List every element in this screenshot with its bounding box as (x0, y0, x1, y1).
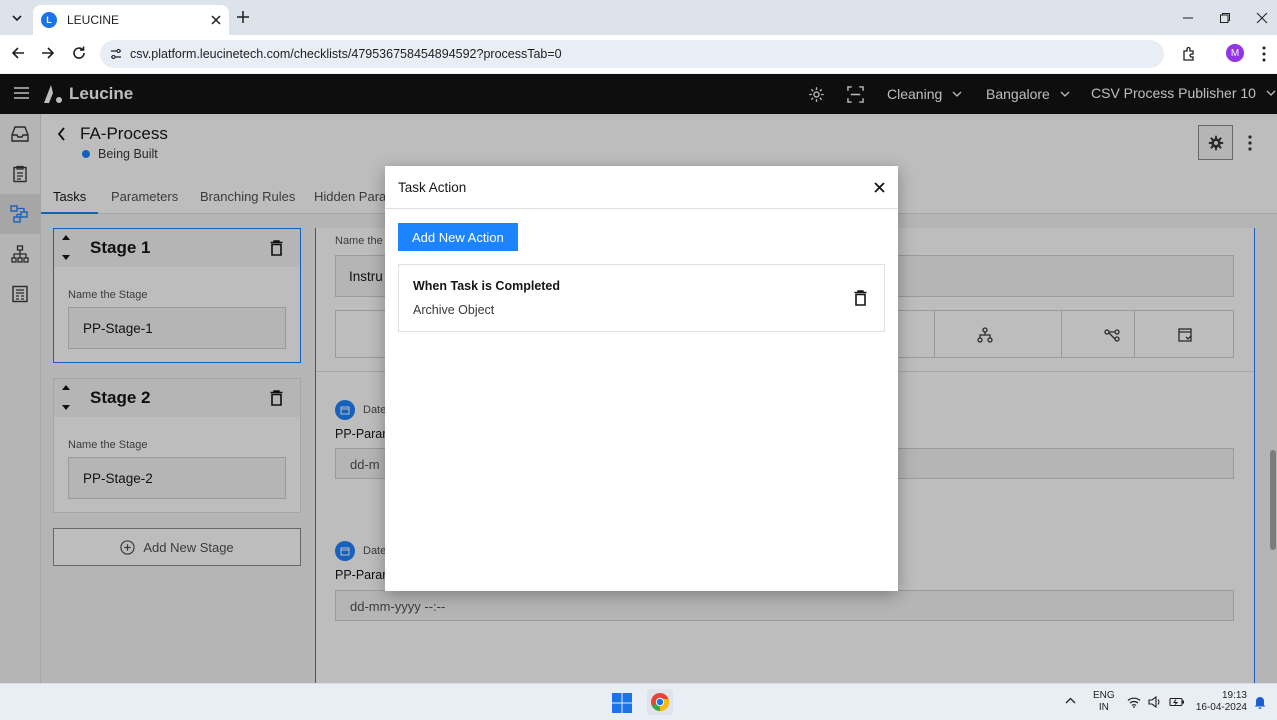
delete-action-button[interactable] (854, 290, 867, 306)
minimize-icon (1183, 17, 1193, 19)
address-bar[interactable]: csv.platform.leucinetech.com/checklists/… (100, 40, 1164, 68)
os-taskbar: ENG IN 19:13 16-04-2024 (0, 683, 1277, 720)
modal-close-button[interactable] (874, 181, 885, 193)
language-indicator[interactable]: ENG IN (1093, 690, 1115, 714)
minimize-button[interactable] (1182, 12, 1194, 24)
plus-icon (237, 11, 249, 23)
window-close-button[interactable] (1256, 12, 1268, 24)
trash-icon (854, 290, 867, 306)
restore-button[interactable] (1219, 12, 1231, 24)
action-card[interactable]: When Task is Completed Archive Object (398, 264, 885, 332)
language-region: IN (1098, 702, 1109, 713)
tray-overflow-button[interactable] (1065, 697, 1076, 704)
chevron-up-icon (1065, 697, 1076, 704)
add-new-action-button[interactable]: Add New Action (398, 223, 518, 251)
browser-tab-title: LEUCINE (67, 13, 120, 27)
tab-search-button[interactable] (8, 9, 26, 27)
leucine-favicon-icon: L (41, 12, 57, 28)
arrow-right-icon (42, 47, 55, 59)
action-type: Archive Object (413, 303, 495, 317)
close-icon[interactable] (211, 15, 221, 25)
forward-button[interactable] (41, 46, 55, 60)
restore-icon (1220, 13, 1230, 23)
task-action-modal: Task Action Add New Action When Task is … (385, 166, 898, 591)
start-button[interactable] (612, 693, 632, 713)
extensions-button[interactable] (1182, 46, 1198, 62)
url-text: csv.platform.leucinetech.com/checklists/… (130, 47, 562, 61)
clock[interactable]: 19:13 16-04-2024 (1193, 690, 1247, 714)
browser-tab[interactable]: L LEUCINE (33, 5, 229, 35)
kebab-icon (1262, 46, 1266, 62)
close-icon (1256, 12, 1268, 24)
action-trigger: When Task is Completed (413, 279, 561, 293)
language-code: ENG (1093, 690, 1115, 701)
windows-icon (612, 693, 632, 713)
wifi-icon (1127, 697, 1141, 708)
chrome-icon (651, 693, 670, 712)
volume-icon (1148, 696, 1160, 708)
reload-icon (73, 46, 85, 59)
chrome-taskbar-button[interactable] (647, 689, 673, 715)
battery-icon (1169, 697, 1184, 707)
modal-header: Task Action (385, 166, 898, 209)
close-icon (874, 181, 885, 193)
clock-time: 19:13 (1221, 690, 1247, 701)
chevron-down-icon (12, 15, 22, 21)
reload-button[interactable] (71, 45, 87, 61)
modal-title: Task Action (398, 179, 467, 195)
notifications-button[interactable] (1254, 695, 1266, 709)
puzzle-icon (1183, 46, 1194, 61)
browser-tab-strip: L LEUCINE (0, 0, 1277, 35)
profile-avatar[interactable]: M (1226, 44, 1244, 62)
system-tray[interactable] (1127, 696, 1185, 708)
back-button[interactable] (11, 46, 25, 60)
clock-date: 16-04-2024 (1195, 702, 1247, 713)
new-tab-button[interactable] (236, 10, 250, 24)
site-settings-icon[interactable] (109, 47, 123, 61)
arrow-left-icon (11, 47, 24, 59)
bell-icon (1254, 697, 1266, 709)
browser-menu-button[interactable] (1262, 46, 1266, 62)
